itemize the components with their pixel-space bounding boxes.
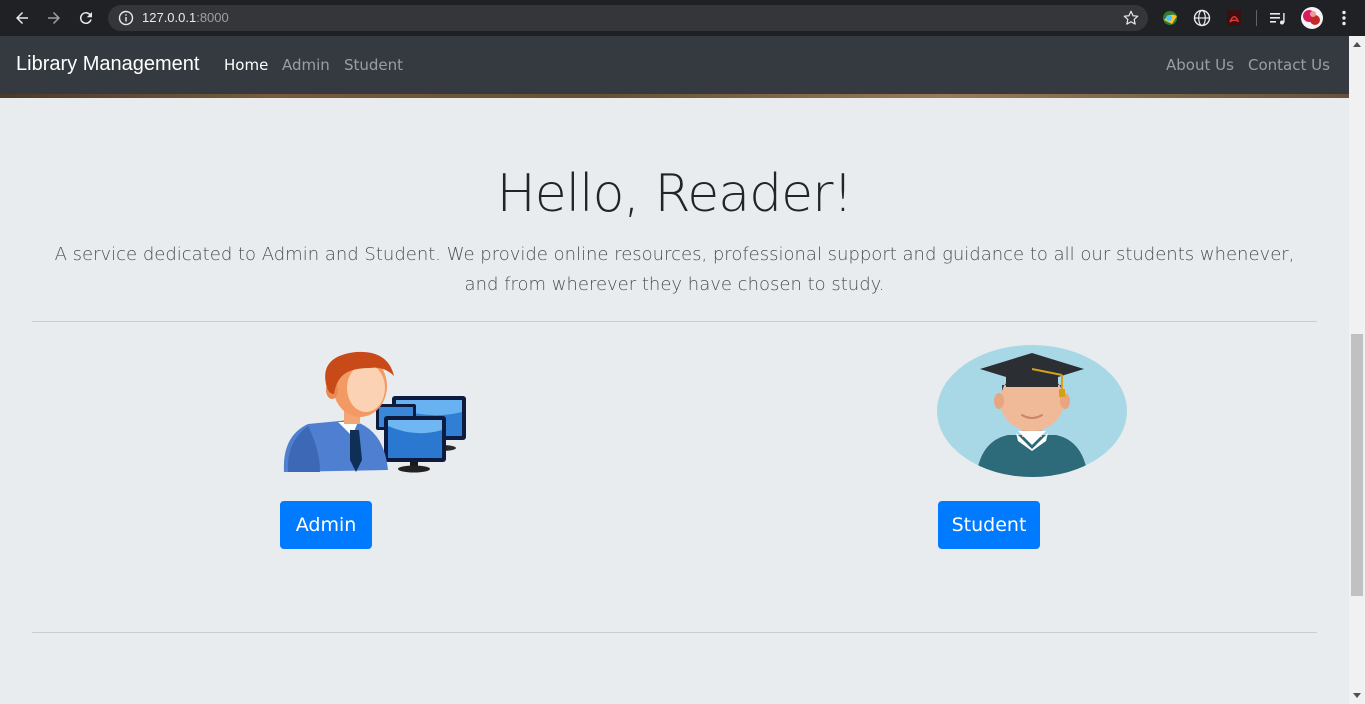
student-illustration (937, 345, 1127, 477)
brand-link[interactable]: Library Management (16, 53, 199, 76)
browser-toolbar: 127.0.0.1:8000 (0, 0, 1365, 36)
divider-bottom (32, 632, 1317, 633)
hero-image-strip (0, 94, 1349, 98)
admin-illustration (283, 351, 466, 473)
profile-avatar[interactable] (1300, 6, 1324, 30)
hero-lead-text: A service dedicated to Admin and Student… (54, 244, 1295, 295)
address-bar[interactable]: 127.0.0.1:8000 (108, 5, 1148, 31)
extension-icon[interactable] (1160, 8, 1180, 28)
admin-button[interactable]: Admin (280, 501, 372, 549)
nav-home[interactable]: Home (224, 56, 268, 74)
url-text[interactable]: 127.0.0.1:8000 (142, 10, 229, 25)
toolbar-divider (1256, 10, 1257, 26)
nav-student[interactable]: Student (344, 56, 403, 74)
playlist-icon[interactable] (1268, 8, 1288, 28)
divider-top (32, 321, 1317, 322)
forward-icon[interactable] (42, 6, 66, 30)
scroll-thumb[interactable] (1351, 334, 1363, 596)
page-scrollbar[interactable] (1349, 36, 1365, 704)
info-icon[interactable] (118, 10, 134, 26)
globe-icon[interactable] (1192, 8, 1212, 28)
scroll-down-arrow-icon[interactable] (1353, 693, 1361, 698)
student-button[interactable]: Student (938, 501, 1040, 549)
site-navbar (0, 36, 1349, 94)
back-icon[interactable] (10, 6, 34, 30)
reload-icon[interactable] (74, 6, 98, 30)
nav-about-us[interactable]: About Us (1166, 56, 1234, 74)
nav-admin[interactable]: Admin (282, 56, 330, 74)
star-icon[interactable] (1122, 9, 1140, 27)
pdf-icon[interactable] (1224, 8, 1244, 28)
nav-contact-us[interactable]: Contact Us (1248, 56, 1330, 74)
menu-icon[interactable] (1334, 8, 1354, 28)
scroll-up-arrow-icon[interactable] (1353, 42, 1361, 47)
page-title: Hello, Reader! (496, 164, 854, 224)
